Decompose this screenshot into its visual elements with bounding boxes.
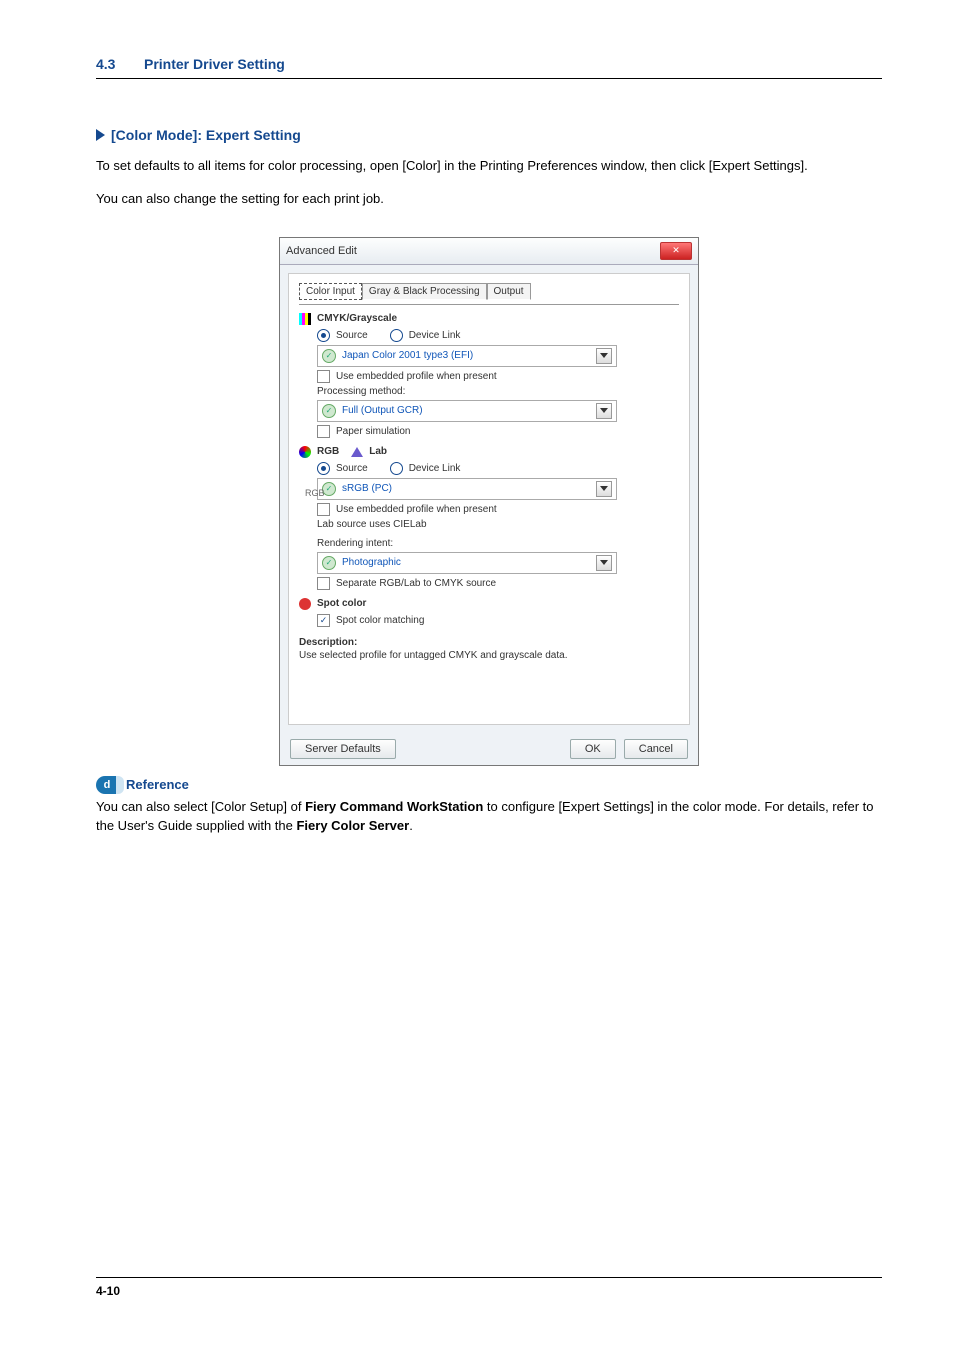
page-number: 4-10	[96, 1284, 120, 1298]
header-rule	[96, 78, 882, 79]
cancel-button[interactable]: Cancel	[624, 739, 688, 759]
dialog-title: Advanced Edit	[286, 245, 357, 257]
rgb-separate-check[interactable]	[317, 577, 330, 590]
rgb-profile-select[interactable]: sRGB (PC)	[317, 478, 617, 500]
cmyk-proc-label: Processing method:	[299, 386, 679, 397]
screenshot-dialog: Advanced Edit ✕ Color Input Gray & Black…	[279, 237, 699, 766]
rgb-separate-label: Separate RGB/Lab to CMYK source	[336, 578, 496, 589]
description-title: Description:	[299, 637, 679, 648]
lab-swatch-icon	[351, 447, 363, 457]
spot-matching-label: Spot color matching	[336, 615, 424, 626]
cmyk-devlink-radio[interactable]	[390, 329, 403, 342]
cmyk-devlink-label: Device Link	[409, 330, 461, 341]
section-title: Printer Driver Setting	[144, 56, 285, 72]
group-rgb: RGB Lab Source Device Link RGB sRGB (PC)	[299, 446, 679, 590]
rgb-devlink-label: Device Link	[409, 463, 461, 474]
cmyk-embedded-check[interactable]	[317, 370, 330, 383]
rgb-ri-value: Photographic	[342, 557, 401, 568]
cmyk-source-label: Source	[336, 330, 368, 341]
subsection-heading: [Color Mode]: Expert Setting	[96, 127, 882, 143]
rgb-source-radio[interactable]	[317, 462, 330, 475]
group-cmyk: CMYK/Grayscale Source Device Link Japan …	[299, 313, 679, 438]
ref-b2: Fiery Color Server	[296, 818, 409, 833]
lab-heading: Lab	[369, 446, 387, 457]
reference-text: You can also select [Color Setup] of Fie…	[96, 798, 882, 836]
server-defaults-button[interactable]: Server Defaults	[290, 739, 396, 759]
rgb-embedded-label: Use embedded profile when present	[336, 504, 497, 515]
cmyk-proc-value: Full (Output GCR)	[342, 405, 423, 416]
page-header: 4.3 Printer Driver Setting	[96, 56, 882, 72]
dialog-titlebar: Advanced Edit ✕	[280, 238, 698, 265]
ref-t1: You can also select [Color Setup] of	[96, 799, 305, 814]
chevron-down-icon	[596, 555, 612, 571]
rgb-source-label: Source	[336, 463, 368, 474]
chevron-down-icon	[596, 348, 612, 364]
paragraph-1: To set defaults to all items for color p…	[96, 157, 882, 176]
check-icon	[322, 404, 336, 418]
spot-matching-check[interactable]	[317, 614, 330, 627]
rgb-embedded-check[interactable]	[317, 503, 330, 516]
description-body: Use selected profile for untagged CMYK a…	[299, 650, 679, 710]
rgb-heading: RGB	[317, 446, 339, 457]
cmyk-embedded-label: Use embedded profile when present	[336, 371, 497, 382]
rgb-devlink-radio[interactable]	[390, 462, 403, 475]
reference-row: d Reference	[96, 776, 882, 794]
paragraph-2: You can also change the setting for each…	[96, 190, 882, 209]
page-footer: 4-10	[96, 1277, 882, 1298]
tab-gray-black[interactable]: Gray & Black Processing	[362, 283, 487, 300]
cmyk-proc-select[interactable]: Full (Output GCR)	[317, 400, 617, 422]
group-spot: Spot color Spot color matching	[299, 598, 679, 627]
check-icon	[322, 349, 336, 363]
ok-button[interactable]: OK	[570, 739, 616, 759]
rgb-side-label: RGB	[305, 488, 325, 498]
close-icon[interactable]: ✕	[660, 242, 692, 260]
spot-swatch-icon	[299, 598, 311, 610]
rgb-profile-value: sRGB (PC)	[342, 483, 392, 494]
tab-strip: Color Input Gray & Black Processing Outp…	[299, 282, 679, 299]
section-number: 4.3	[96, 56, 126, 72]
cmyk-swatch-icon	[299, 313, 311, 325]
ref-b1: Fiery Command WorkStation	[305, 799, 483, 814]
spot-heading: Spot color	[317, 598, 366, 609]
rgb-swatch-icon	[299, 446, 311, 458]
cmyk-papersim-check[interactable]	[317, 425, 330, 438]
cmyk-papersim-label: Paper simulation	[336, 426, 410, 437]
tab-color-input[interactable]: Color Input	[299, 283, 362, 300]
reference-label: Reference	[126, 777, 189, 792]
cmyk-source-radio[interactable]	[317, 329, 330, 342]
subsection-title: [Color Mode]: Expert Setting	[111, 127, 301, 143]
rgb-ri-select[interactable]: Photographic	[317, 552, 617, 574]
cmyk-profile-value: Japan Color 2001 type3 (EFI)	[342, 350, 473, 361]
chevron-down-icon	[596, 403, 612, 419]
ref-t3: .	[409, 818, 413, 833]
tab-output[interactable]: Output	[487, 283, 531, 300]
chevron-down-icon	[596, 481, 612, 497]
triangle-icon	[96, 129, 105, 141]
reference-icon: d	[96, 776, 118, 794]
cmyk-profile-select[interactable]: Japan Color 2001 type3 (EFI)	[317, 345, 617, 367]
rgb-labsrc-label: Lab source uses CIELab	[299, 519, 679, 530]
dialog-button-bar: Server Defaults OK Cancel	[280, 733, 698, 765]
cmyk-heading: CMYK/Grayscale	[317, 313, 397, 324]
check-icon	[322, 556, 336, 570]
rgb-ri-label: Rendering intent:	[299, 538, 679, 549]
